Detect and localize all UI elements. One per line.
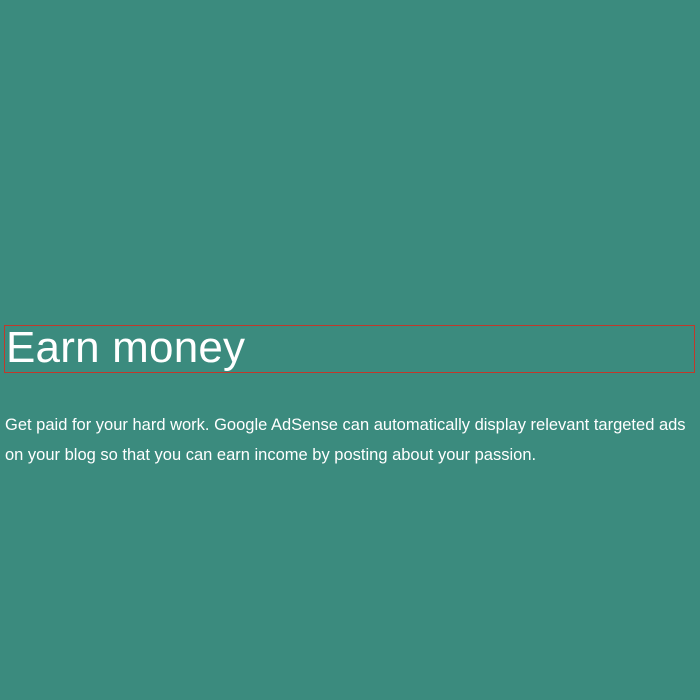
- page-title: Earn money: [6, 323, 246, 372]
- section-description: Get paid for your hard work. Google AdSe…: [5, 416, 686, 464]
- heading-container: Earn money: [4, 323, 695, 373]
